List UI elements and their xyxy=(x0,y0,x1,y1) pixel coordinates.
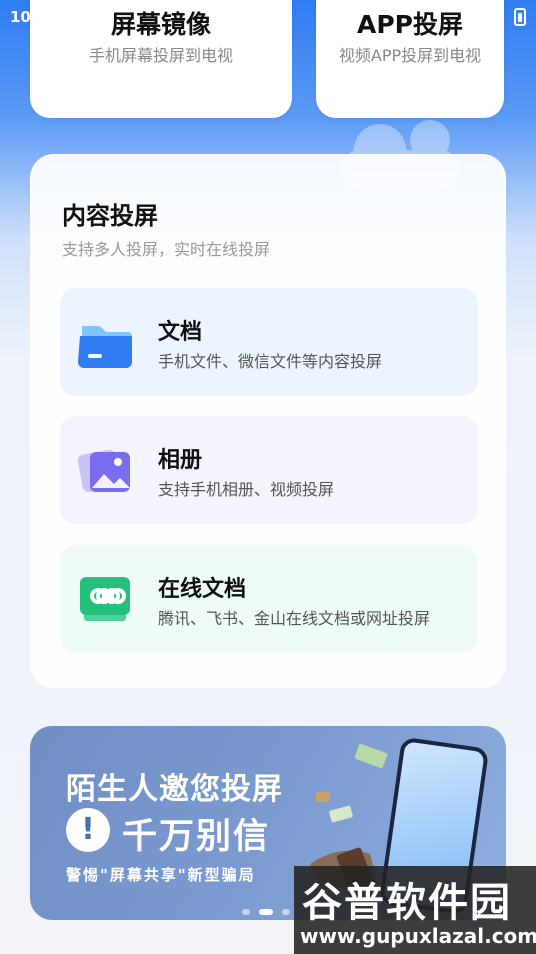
photo-album-icon xyxy=(78,449,130,493)
warning-icon: ! xyxy=(66,808,110,852)
section-title: 内容投屏 xyxy=(62,202,158,230)
pagination-dot[interactable] xyxy=(282,909,291,915)
battery-icon xyxy=(514,8,526,26)
online-doc-item-desc: 腾讯、飞书、金山在线文档或网址投屏 xyxy=(158,609,431,628)
online-doc-item-name: 在线文档 xyxy=(158,577,247,602)
pagination-dot[interactable] xyxy=(242,909,250,915)
banner-warning-text: 千万别信 xyxy=(122,817,271,857)
content-cast-section: 内容投屏 支持多人投屏，实时在线投屏 文档 手机文件、微信文件等内容投屏 相册 … xyxy=(30,154,506,688)
pagination-dot-active[interactable] xyxy=(259,909,274,915)
screen-mirror-subtitle: 手机屏幕投屏到电视 xyxy=(88,46,233,65)
document-item-desc: 手机文件、微信文件等内容投屏 xyxy=(158,352,383,371)
app-cast-subtitle: 视频APP投屏到电视 xyxy=(338,46,482,65)
banner-caption: 警惕"屏幕共享"新型骗局 xyxy=(66,866,256,884)
album-item-name: 相册 xyxy=(158,448,203,473)
document-item-name: 文档 xyxy=(158,320,203,345)
banner-headline: 陌生人邀您投屏 xyxy=(66,772,283,807)
online-doc-cast-item[interactable]: 在线文档 腾讯、飞书、金山在线文档或网址投屏 xyxy=(60,545,478,653)
folder-icon xyxy=(78,326,132,368)
watermark-url: www.gupuxlazal.com xyxy=(300,924,536,948)
screen-mirror-card[interactable]: 屏幕镜像 手机屏幕投屏到电视 xyxy=(30,0,292,118)
watermark-title: 谷普软件园 xyxy=(302,880,512,926)
app-cast-title: APP投屏 xyxy=(357,10,463,39)
screen-mirror-title: 屏幕镜像 xyxy=(110,10,211,39)
link-icon xyxy=(80,577,130,621)
status-time: 10 xyxy=(10,8,31,26)
app-cast-card[interactable]: APP投屏 视频APP投屏到电视 xyxy=(316,0,504,118)
document-cast-item[interactable]: 文档 手机文件、微信文件等内容投屏 xyxy=(60,288,478,396)
section-subtitle: 支持多人投屏，实时在线投屏 xyxy=(62,240,271,259)
album-cast-item[interactable]: 相册 支持手机相册、视频投屏 xyxy=(60,416,478,524)
watermark: 谷普软件园 www.gupuxlazal.com xyxy=(294,866,536,954)
banner-pagination xyxy=(242,900,294,919)
album-item-desc: 支持手机相册、视频投屏 xyxy=(158,480,335,499)
